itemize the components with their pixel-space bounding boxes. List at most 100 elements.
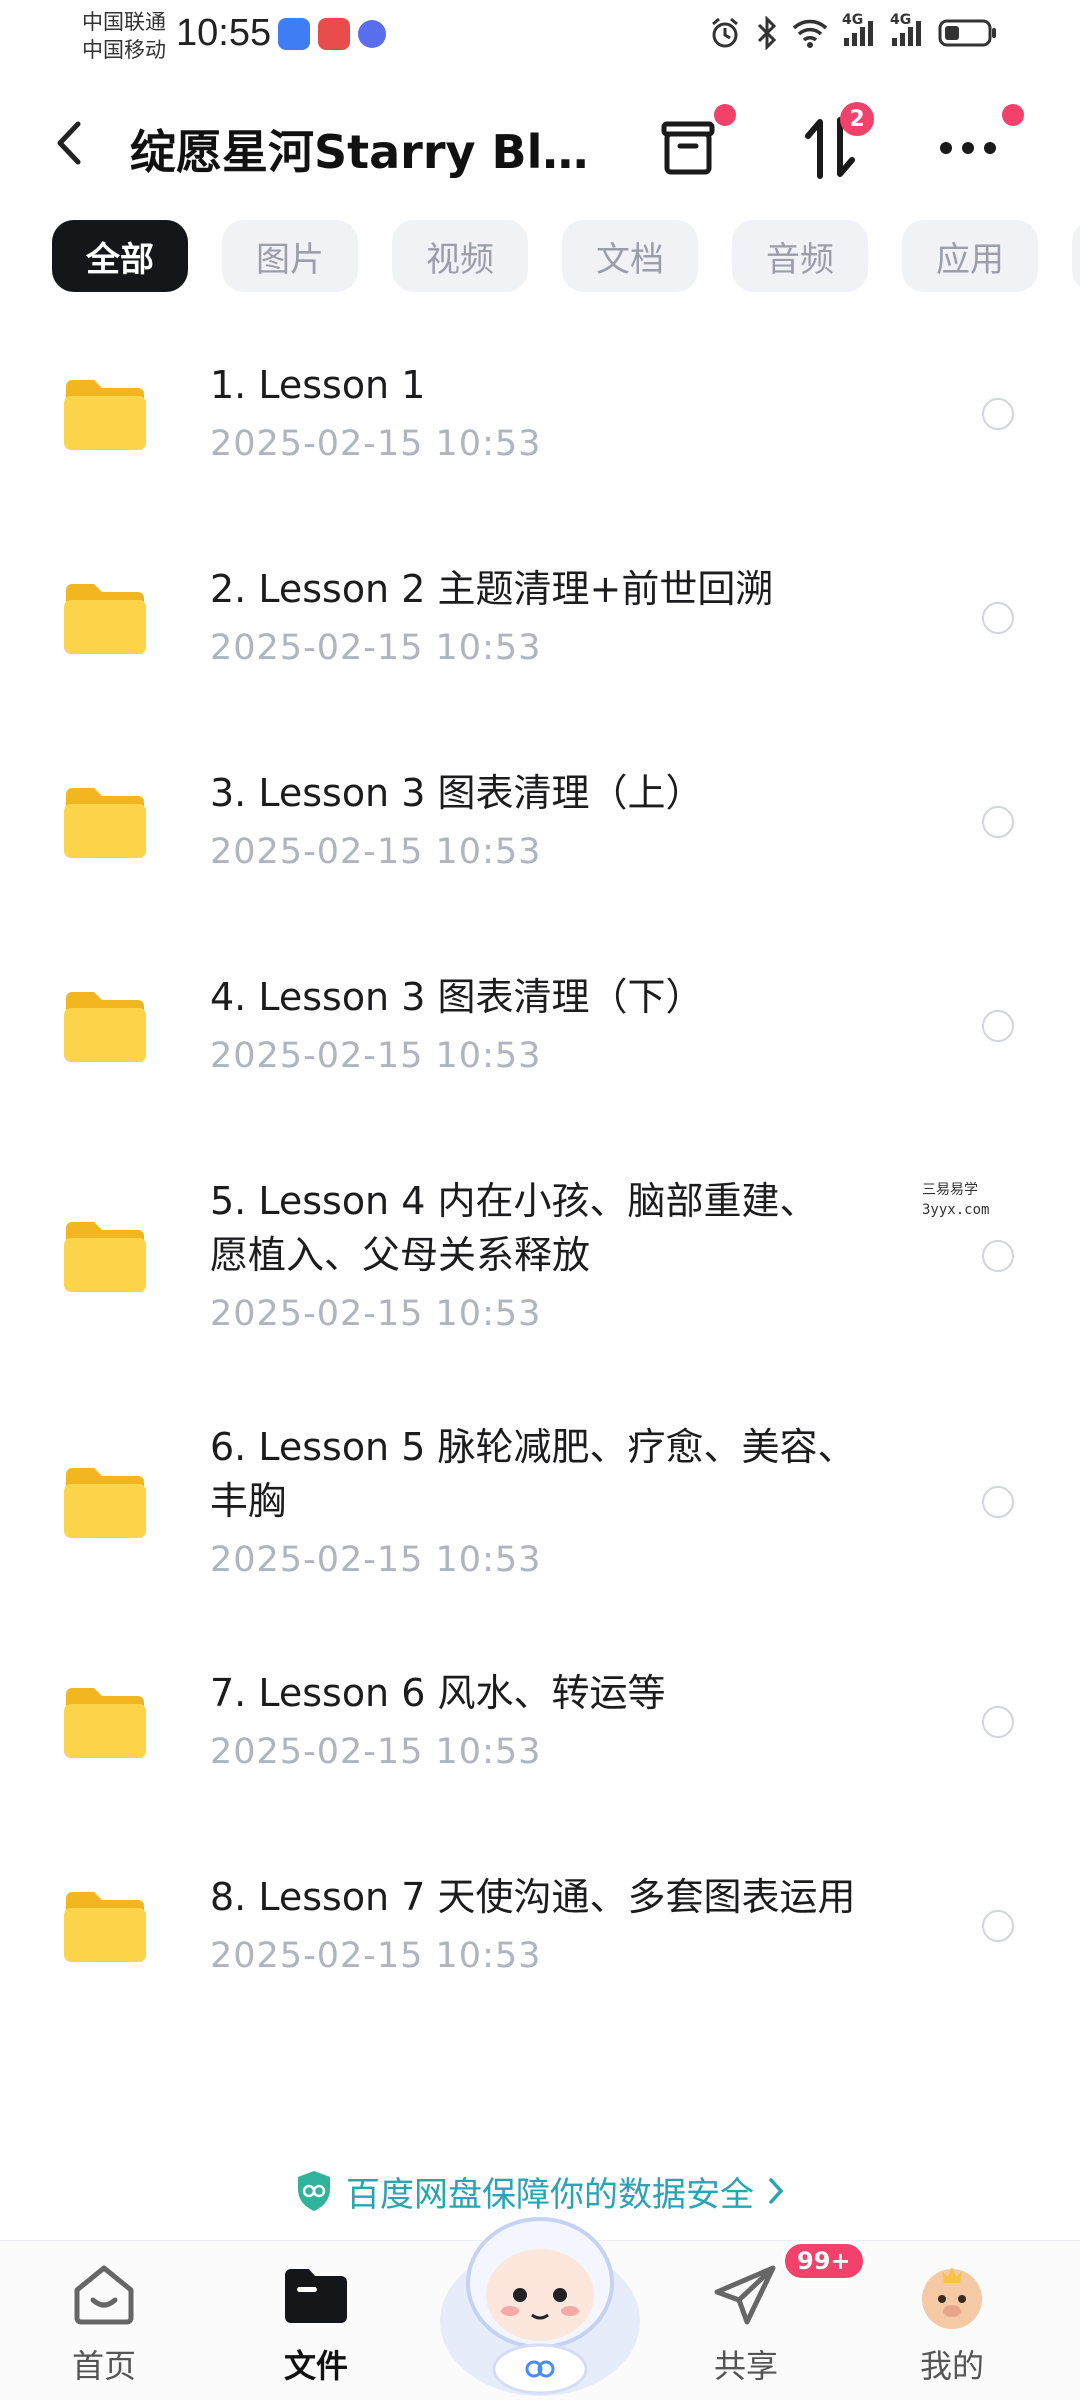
list-item[interactable]: 1. Lesson 1 2025-02-15 10:53 — [0, 318, 1080, 522]
signal-icon-1: 4G — [842, 12, 876, 48]
file-date: 2025-02-15 10:53 — [210, 832, 542, 872]
more-options-button[interactable] — [928, 104, 1024, 188]
notification-app-icon-3 — [358, 20, 386, 48]
tab-all[interactable]: 全部 — [52, 220, 188, 292]
file-name-line-1: 5. Lesson 4 内在小孩、脑部重建、 — [210, 1179, 818, 1223]
tab-apps[interactable]: 应用 — [902, 220, 1038, 292]
select-checkbox[interactable] — [982, 1910, 1014, 1942]
more-dots-icon — [940, 142, 996, 154]
nav-files-label: 文件 — [283, 2347, 348, 2385]
tab-videos[interactable]: 视频 — [392, 220, 528, 292]
select-checkbox[interactable] — [982, 1240, 1014, 1272]
archive-notification-dot — [714, 104, 736, 126]
shield-icon — [298, 2171, 330, 2211]
file-date: 2025-02-15 10:53 — [210, 1732, 542, 1772]
tab-more[interactable] — [1072, 220, 1080, 292]
more-notification-dot — [1002, 104, 1024, 126]
share-badge: 99+ — [782, 2241, 866, 2281]
watermark-line-1: 三易易学 — [922, 1182, 978, 1198]
nav-mine-label: 我的 — [919, 2347, 984, 2385]
notification-app-icon-2 — [318, 18, 350, 50]
sort-button[interactable]: 2 — [790, 102, 874, 188]
page-title: 绽愿星河Starry Bl... — [130, 125, 590, 179]
carrier-2: 中国移动 — [82, 38, 166, 62]
notification-app-icon-1 — [278, 18, 310, 50]
folder-icon — [64, 1222, 146, 1292]
list-item[interactable]: 4. Lesson 3 图表清理（下） 2025-02-15 10:53 — [0, 930, 1080, 1134]
folder-icon — [64, 992, 146, 1062]
status-icons: 4G 4G — [708, 12, 998, 50]
carrier-info: 中国联通 中国移动 — [82, 8, 166, 64]
home-icon — [68, 2259, 140, 2331]
list-item[interactable]: 5. Lesson 4 内在小孩、脑部重建、 愿植入、父母关系释放 2025-0… — [0, 1134, 1080, 1380]
select-checkbox[interactable] — [982, 1486, 1014, 1518]
file-name-line-2: 愿植入、父母关系释放 — [210, 1233, 591, 1277]
folder-icon — [64, 584, 146, 654]
watermark-line-2: 3yyx.com — [922, 1202, 990, 1218]
select-checkbox[interactable] — [982, 602, 1014, 634]
nav-files[interactable]: 文件 — [236, 2259, 396, 2399]
folder-icon — [64, 788, 146, 858]
bluetooth-icon — [756, 16, 778, 50]
archive-box-icon — [661, 121, 715, 175]
battery-icon — [938, 18, 998, 48]
wifi-icon — [792, 18, 828, 48]
top-app-bar: 绽愿星河Starry Bl... 2 — [0, 90, 1080, 200]
chevron-right-icon — [769, 2178, 784, 2204]
file-date: 2025-02-15 10:53 — [210, 424, 542, 464]
nav-mine[interactable]: 我的 — [872, 2259, 1032, 2399]
file-name: 2. Lesson 2 主题清理+前世回溯 — [210, 567, 774, 611]
status-time: 10:55 — [176, 12, 272, 54]
file-date: 2025-02-15 10:53 — [210, 628, 542, 668]
alarm-icon — [708, 16, 742, 50]
status-bar: 中国联通 中国移动 10:55 4G 4G — [0, 0, 1080, 78]
folder-icon — [64, 1892, 146, 1962]
network-type-1: 4G — [842, 12, 864, 28]
network-type-2: 4G — [890, 12, 912, 28]
file-name: 8. Lesson 7 天使沟通、多套图表运用 — [210, 1875, 856, 1919]
file-name: 1. Lesson 1 — [210, 363, 426, 407]
nav-home[interactable]: 首页 — [24, 2259, 184, 2399]
bottom-navigation: 首页 文件 共享 99+ 我的 — [0, 2217, 1080, 2400]
folder-icon — [64, 380, 146, 450]
folder-icon — [64, 1468, 146, 1538]
file-name-line-2: 丰胸 — [210, 1479, 287, 1523]
tab-images[interactable]: 图片 — [222, 220, 358, 292]
mascot-assistant-button[interactable] — [430, 2171, 650, 2400]
file-date: 2025-02-15 10:53 — [210, 1036, 542, 1076]
carrier-1: 中国联通 — [82, 10, 166, 34]
archive-button[interactable] — [648, 104, 736, 188]
file-date: 2025-02-15 10:53 — [210, 1294, 542, 1334]
file-date: 2025-02-15 10:53 — [210, 1540, 542, 1580]
list-item[interactable]: 8. Lesson 7 天使沟通、多套图表运用 2025-02-15 10:53 — [0, 1830, 1080, 2034]
folder-icon — [64, 1688, 146, 1758]
avatar — [916, 2259, 988, 2331]
list-item[interactable]: 3. Lesson 3 图表清理（上） 2025-02-15 10:53 — [0, 726, 1080, 930]
select-checkbox[interactable] — [982, 1706, 1014, 1738]
nav-home-label: 首页 — [71, 2347, 136, 2385]
file-name: 6. Lesson 5 脉轮减肥、疗愈、美容、 丰胸 — [210, 1420, 910, 1528]
watermark: 三易易学 3yyx.com — [922, 1180, 989, 1220]
files-folder-icon — [280, 2259, 352, 2331]
select-checkbox[interactable] — [982, 1010, 1014, 1042]
paper-plane-icon — [710, 2259, 782, 2331]
signal-icon-2: 4G — [890, 12, 924, 48]
filter-tabs: 全部 图片 视频 文档 音频 应用 — [52, 220, 1080, 296]
select-checkbox[interactable] — [982, 398, 1014, 430]
file-name: 4. Lesson 3 图表清理（下） — [210, 975, 704, 1019]
file-name: 7. Lesson 6 风水、转运等 — [210, 1671, 666, 1715]
chevron-left-icon — [57, 121, 81, 165]
list-item[interactable]: 6. Lesson 5 脉轮减肥、疗愈、美容、 丰胸 2025-02-15 10… — [0, 1380, 1080, 1626]
tab-documents[interactable]: 文档 — [562, 220, 698, 292]
file-name: 5. Lesson 4 内在小孩、脑部重建、 愿植入、父母关系释放 — [210, 1174, 910, 1282]
back-button[interactable] — [50, 116, 90, 170]
list-item[interactable]: 7. Lesson 6 风水、转运等 2025-02-15 10:53 — [0, 1626, 1080, 1830]
tab-audio[interactable]: 音频 — [732, 220, 868, 292]
select-checkbox[interactable] — [982, 806, 1014, 838]
file-name: 3. Lesson 3 图表清理（上） — [210, 771, 704, 815]
mascot-icon — [440, 2217, 640, 2396]
nav-share-label: 共享 — [713, 2347, 778, 2385]
file-name-line-1: 6. Lesson 5 脉轮减肥、疗愈、美容、 — [210, 1425, 856, 1469]
list-item[interactable]: 2. Lesson 2 主题清理+前世回溯 2025-02-15 10:53 — [0, 522, 1080, 726]
file-date: 2025-02-15 10:53 — [210, 1936, 542, 1976]
